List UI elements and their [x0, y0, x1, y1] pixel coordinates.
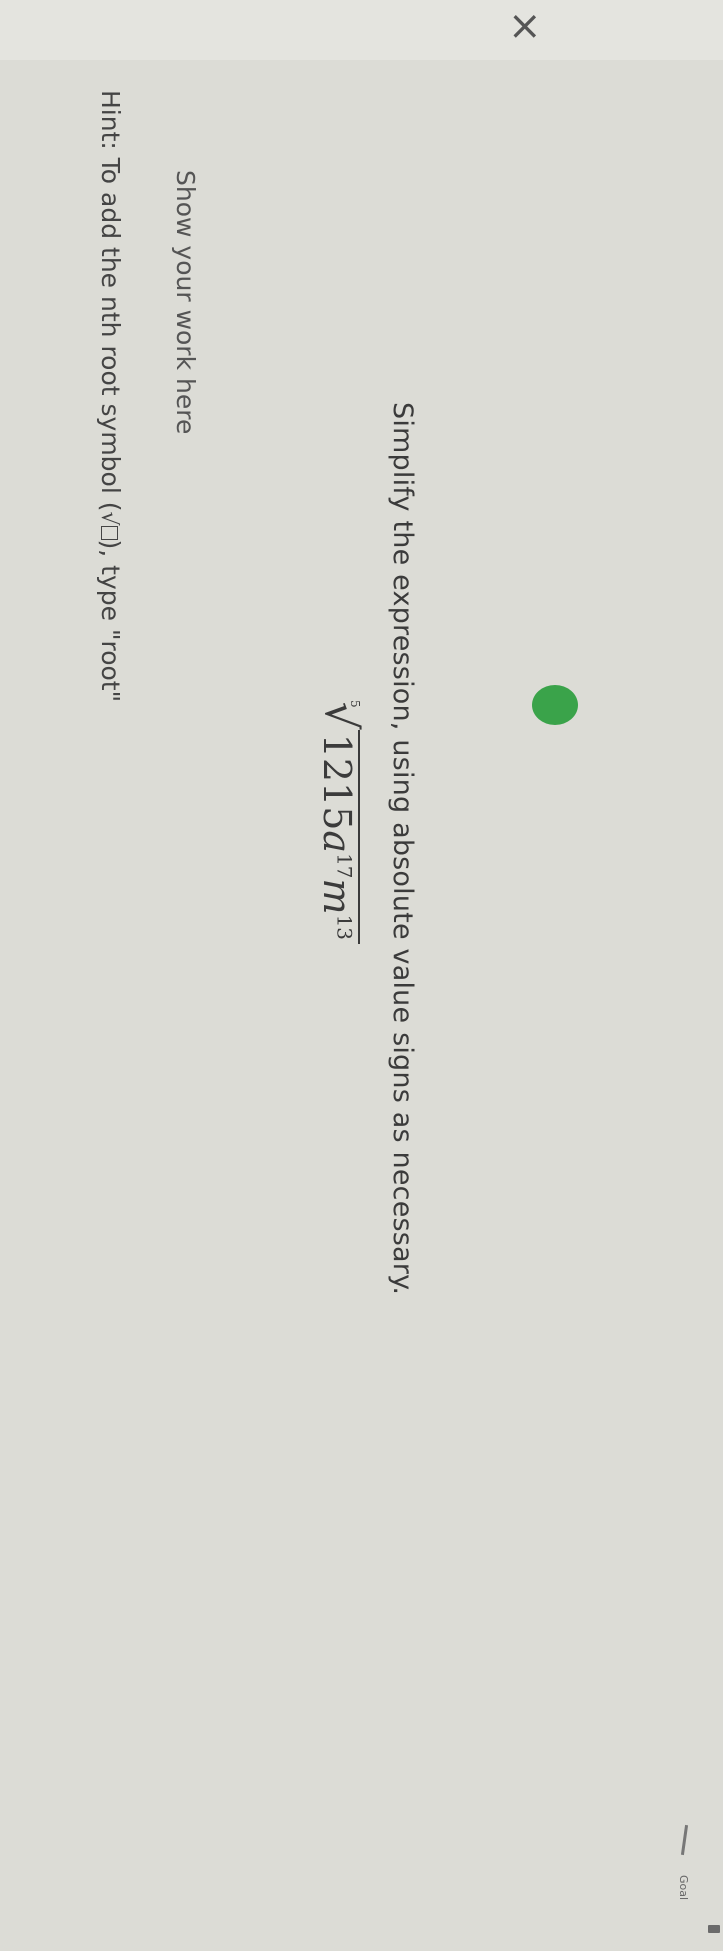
goal-marker — [680, 1824, 689, 1856]
nth-root-icon: √ — [96, 512, 121, 540]
top-bar — [0, 0, 723, 60]
radicand: 1215a17m13 — [315, 729, 360, 945]
hint-suffix: ), type "root" — [96, 539, 125, 703]
scroll-handle[interactable] — [708, 1925, 720, 1933]
question-prompt: Simplify the expression, using absolute … — [387, 402, 418, 1296]
variable-a: a — [315, 830, 359, 854]
show-work-label[interactable]: Show your work here — [171, 170, 200, 434]
hint-prefix: Hint: To add the nth root symbol ( — [96, 90, 125, 512]
math-expression: 5 √ 1215a17m13 — [315, 700, 366, 945]
close-icon[interactable]: × — [508, 6, 542, 46]
goal-label: Goal — [677, 1875, 690, 1901]
exponent-m: 13 — [332, 914, 357, 941]
progress-indicator — [532, 685, 578, 725]
hint-text: Hint: To add the nth root symbol (√), ty… — [96, 90, 125, 702]
coefficient: 1215 — [315, 733, 359, 831]
variable-m: m — [315, 878, 359, 915]
root-symbol: √ — [315, 701, 366, 730]
exponent-a: 17 — [332, 853, 357, 879]
